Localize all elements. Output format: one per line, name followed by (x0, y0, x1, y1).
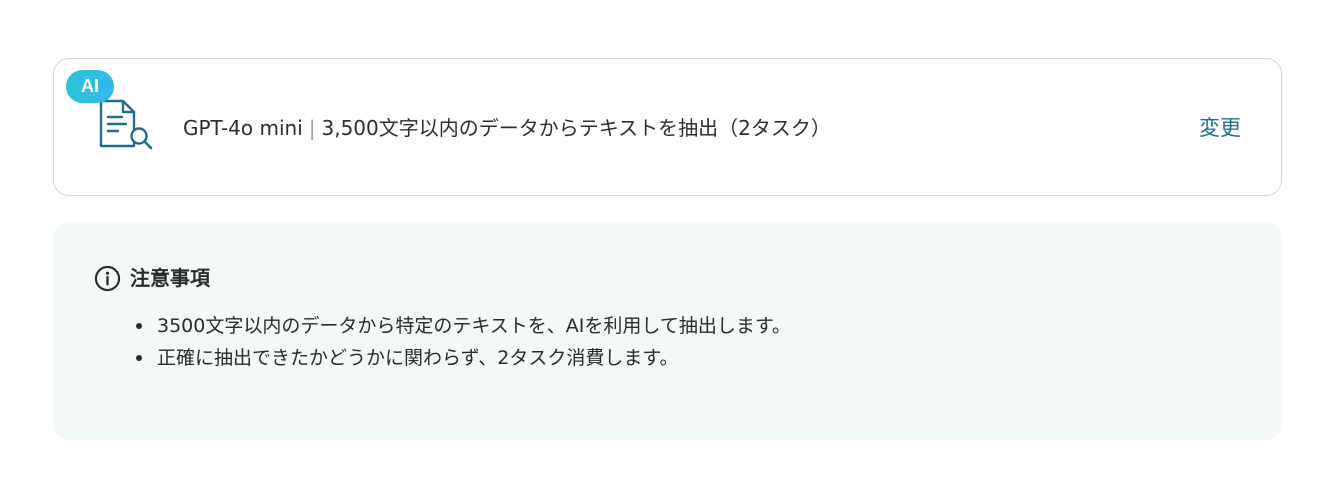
notice-title: 注意事項 (130, 266, 210, 290)
notice-panel: 注意事項 3500文字以内のデータから特定のテキストを、AIを利用して抽出します… (53, 222, 1282, 440)
ai-action-card: AI GPT-4o mini | 3,500文字以内のデータからテキストを抽出（2タ… (53, 58, 1282, 196)
notice-header: 注意事項 (94, 264, 210, 292)
ai-badge: AI (66, 70, 114, 103)
model-name: GPT-4o mini (183, 116, 303, 140)
action-label: 3,500文字以内のデータからテキストを抽出（2タスク） (321, 116, 831, 140)
change-button[interactable]: 変更 (1199, 113, 1241, 143)
document-search-icon (99, 99, 153, 150)
notice-item: 3500文字以内のデータから特定のテキストを、AIを利用して抽出します。 (133, 310, 791, 342)
separator: | (308, 116, 316, 140)
info-icon (94, 265, 121, 291)
notice-item: 正確に抽出できたかどうかに関わらず、2タスク消費します。 (133, 342, 791, 374)
action-description: GPT-4o mini | 3,500文字以内のデータからテキストを抽出（2タスク） (183, 113, 831, 143)
notice-list: 3500文字以内のデータから特定のテキストを、AIを利用して抽出します。 正確に… (133, 310, 791, 374)
